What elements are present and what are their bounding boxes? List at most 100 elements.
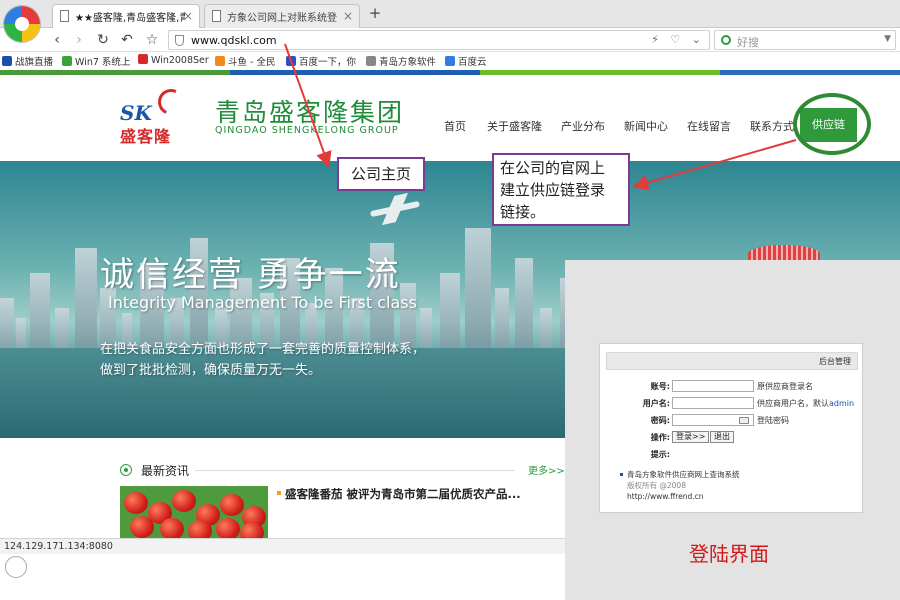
close-icon[interactable]: × [343,9,353,23]
tomato-icon [216,518,240,538]
address-tools-icons[interactable]: ⚡ ♡ ⌄ [651,33,705,46]
browser-logo-icon[interactable] [4,6,40,42]
menu-industry[interactable]: 产业分布 [561,118,605,134]
username-hint-text: 供应商用户名，默认 [757,399,829,408]
login-header: 后台管理 [606,352,858,370]
bookmark-label: 百度一下，你 [299,57,357,68]
menu-contact[interactable]: 联系方式 [750,118,794,134]
tip-label: 提示: [650,450,670,459]
page-icon [212,10,221,22]
page-icon [60,10,69,22]
login-row-action: 操作: 登录>> 退出 [600,431,864,445]
login-footer: 青岛方象软件供应商网上查询系统 版权所有 @2008 http://www.ff… [620,469,740,502]
bookmark-icon [215,56,225,66]
login-row-password: 密码: 登陆密码 [600,414,864,428]
circle-icon [5,556,27,578]
page-bottom [0,554,565,600]
annotation-line: 链接。 [500,203,546,221]
bookmark-label: Win7 系统上 [75,57,131,68]
bookmark-label: 战旗直播 [15,57,54,68]
screenshot-root: ★★盛客隆,青岛盛客隆,青岛 × 方象公司网上对账系统登录 × + ‹ › ↻ … [0,0,900,600]
password-input[interactable] [672,414,754,426]
bookmark-label: Win2008Ser [151,55,209,66]
airplane-icon [369,200,421,218]
news-more-link[interactable]: 更多>> [528,462,565,477]
action-label: 操作: [650,433,670,442]
bookmark-item[interactable]: 斗鱼 - 全民 [215,54,275,68]
bookmark-icon [2,56,12,66]
search-placeholder: 好搜 [737,36,759,49]
bookmark-item[interactable]: 战旗直播 [2,54,53,68]
bookmark-item[interactable]: 青岛方象软件 [366,54,436,68]
bookmark-icon [138,54,148,64]
address-bar[interactable]: www.qdskl.com ⚡ ♡ ⌄ [168,30,710,50]
forward-icon[interactable]: › [70,30,88,50]
tomato-icon [188,520,212,538]
close-icon[interactable]: × [183,9,193,23]
search-icon [721,35,731,45]
slogan-cn: 诚信经营 勇争一流 [100,255,401,295]
browser-nav-bar: ‹ › ↻ ↶ ☆ www.qdskl.com ⚡ ♡ ⌄ 好搜 ▼ [0,28,900,52]
news-title: 最新资讯 [141,464,190,478]
bookmark-icon [366,56,376,66]
keyboard-icon[interactable] [739,417,749,424]
logo-sk[interactable]: SK [120,101,152,125]
login-panel: 后台管理 账号: 原供应商登录名 用户名: 供应商用户名，默认admin 密码:… [599,343,863,513]
new-tab-button[interactable]: + [366,4,384,24]
tomato-icon [130,516,154,538]
exit-button[interactable]: 退出 [710,431,734,443]
bookmark-icon [62,56,72,66]
news-item-link[interactable]: 盛客隆番茄 被评为青岛市第二届优质农产品... [285,486,521,502]
copyright: 版权所有 @2008 [627,481,686,490]
tomato-icon [172,490,196,512]
menu-home[interactable]: 首页 [444,118,466,134]
bookmark-item[interactable]: Win2008Ser [138,54,209,66]
menu-news[interactable]: 新闻中心 [624,118,668,134]
annotation-supply-chain: 在公司的官网上 建立供应链登录 链接。 [492,153,630,226]
menu-about[interactable]: 关于盛客隆 [487,118,542,134]
tab-reconcile-login[interactable]: 方象公司网上对账系统登录 × [204,4,360,28]
undo-icon[interactable]: ↶ [118,30,136,50]
system-name: 青岛方象软件供应商网上查询系统 [627,470,740,479]
username-label: 用户名: [642,399,670,408]
bookmark-item[interactable]: 百度一下，你 [286,54,356,68]
chevron-down-icon[interactable]: ▼ [884,34,891,44]
tomato-icon [220,494,244,516]
back-icon[interactable]: ‹ [48,30,66,50]
slogan-description: 在把关食品安全方面也形成了一套完善的质量控制体系， 做到了批批检测，确保质量万无… [100,339,425,381]
account-input[interactable] [672,380,754,392]
slogan-en: Integrity Management To be First class [108,293,417,312]
menu-message[interactable]: 在线留言 [687,118,731,134]
tab-shengkelong[interactable]: ★★盛客隆,青岛盛客隆,青岛 × [52,4,200,28]
tomato-image[interactable] [120,486,268,538]
search-input[interactable]: 好搜 ▼ [714,30,896,50]
tab-label: ★★盛客隆,青岛盛客隆,青岛 [75,13,185,24]
site-header: SK 盛客隆 青岛盛客隆集团 QINGDAO SHENGKELONG GROUP… [0,75,900,161]
bookmark-label: 青岛方象软件 [379,57,437,68]
slogan-desc-line: 在把关食品安全方面也形成了一套完善的质量控制体系， [100,342,426,357]
annotation-home: 公司主页 [337,157,425,191]
highlight-ring [793,93,871,155]
admin-link[interactable]: 后台管理 [819,356,851,367]
login-overlay: 后台管理 账号: 原供应商登录名 用户名: 供应商用户名，默认admin 密码:… [565,260,900,600]
shield-icon [175,35,184,46]
tomato-icon [124,492,148,514]
annotation-line: 在公司的官网上 [500,159,606,177]
username-input[interactable] [672,397,754,409]
star-icon[interactable]: ☆ [143,30,161,50]
bookmark-item[interactable]: Win7 系统上 [62,54,130,68]
annotation-line: 建立供应链登录 [500,181,606,199]
bullet-icon [620,473,623,476]
logo-cn[interactable]: 盛客隆 [120,123,171,147]
footer-site-link[interactable]: http://www.ffrend.cn [627,491,740,502]
brand-name: 青岛盛客隆集团 [215,98,405,127]
bookmarks-bar: 战旗直播 Win7 系统上 Win2008Ser 斗鱼 - 全民 百度一下，你 青岛方象软… [0,52,900,70]
reload-icon[interactable]: ↻ [94,30,112,50]
building [465,228,491,368]
login-row-tip: 提示: [600,448,864,462]
bookmark-label: 百度云 [458,57,487,68]
login-button[interactable]: 登录>> [672,431,710,443]
divider [195,470,515,471]
bookmark-item[interactable]: 百度云 [445,54,487,68]
password-hint: 登陆密码 [757,416,789,425]
